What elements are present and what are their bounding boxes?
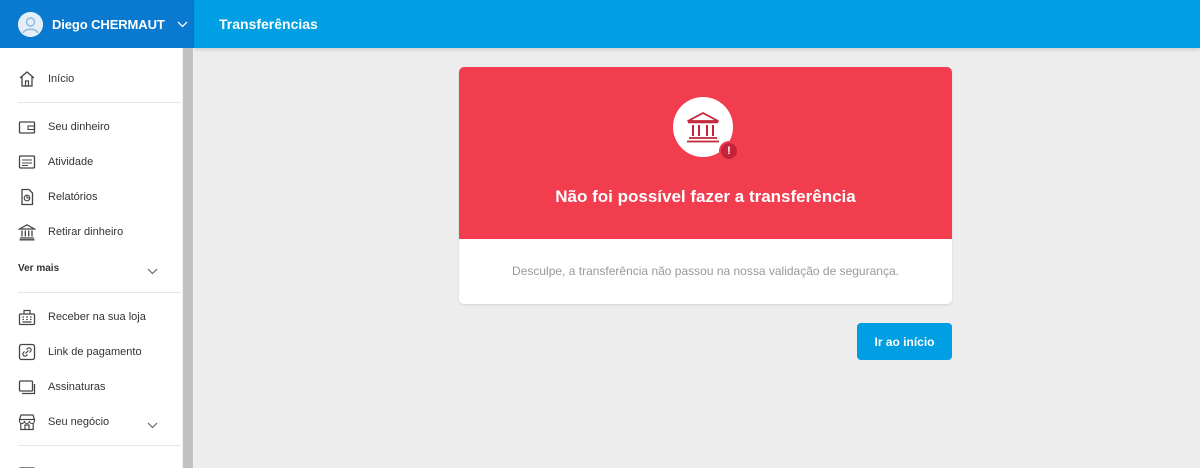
sidebar-item-retirar-dinheiro[interactable]: Retirar dinheiro xyxy=(0,217,182,247)
sidebar-item-seu-dinheiro[interactable]: Seu dinheiro xyxy=(0,112,182,142)
avatar-icon xyxy=(18,11,43,37)
sidebar-item-link-de-pagamento[interactable]: Link de pagamento xyxy=(0,337,182,367)
sidebar-item-label: Seu dinheiro xyxy=(48,121,110,133)
sidebar-item-relatorios[interactable]: Relatórios xyxy=(0,182,182,212)
page-title: Transferências xyxy=(219,16,318,32)
see-more-label: Ver mais xyxy=(18,262,60,274)
sidebar-item-label: Retirar dinheiro xyxy=(48,226,124,238)
sidebar-item-assinaturas[interactable]: Assinaturas xyxy=(0,372,182,402)
sidebar-item-label: Assinaturas xyxy=(48,381,106,393)
chevron-down-icon xyxy=(147,262,158,280)
chevron-down-icon xyxy=(147,416,158,434)
sidebar-divider xyxy=(18,445,181,446)
sidebar-item-label: Receber na sua loja xyxy=(48,311,146,323)
link-icon xyxy=(18,343,36,361)
wallet-icon xyxy=(18,118,36,136)
sidebar-item-label: Link de pagamento xyxy=(48,346,142,358)
sidebar-item-label: Relatórios xyxy=(48,191,98,203)
sidebar-item-atividade[interactable]: Atividade xyxy=(0,147,182,177)
report-document-icon xyxy=(18,188,36,206)
scrollbar-thumb[interactable] xyxy=(183,48,193,468)
go-home-button[interactable]: Ir ao início xyxy=(857,323,952,360)
error-title: Não foi possível fazer a transferência xyxy=(555,187,856,206)
bank-icon xyxy=(18,223,36,241)
sidebar-item-partial[interactable] xyxy=(0,455,182,468)
sidebar-scrollbar[interactable] xyxy=(182,48,194,468)
sidebar-item-inicio[interactable]: Início xyxy=(0,64,182,94)
sidebar-item-seu-negocio[interactable]: Seu negócio xyxy=(0,407,182,437)
alert-badge-icon: ! xyxy=(719,141,739,161)
sidebar-item-label: Seu negócio xyxy=(48,416,110,428)
store-icon xyxy=(18,413,36,431)
sidebar-item-receber-na-sua-loja[interactable]: Receber na sua loja xyxy=(0,302,182,332)
transfer-error-card: ! Não foi possível fazer a transferência… xyxy=(459,67,952,304)
sidebar-item-label: Início xyxy=(48,73,75,85)
sidebar-divider xyxy=(18,292,181,293)
error-card-header: ! Não foi possível fazer a transferência xyxy=(459,67,952,239)
chevron-down-icon xyxy=(177,21,188,28)
sidebar-item-label: Atividade xyxy=(48,156,94,168)
activity-list-icon xyxy=(18,153,36,171)
subscriptions-icon xyxy=(18,378,36,396)
top-bar: Transferências xyxy=(194,0,1200,48)
user-name: Diego CHERMAUT xyxy=(52,16,165,32)
sidebar-divider xyxy=(18,102,181,103)
error-message: Desculpe, a transferência não passou na … xyxy=(512,264,899,278)
cash-register-icon xyxy=(18,308,36,326)
home-icon xyxy=(18,70,36,88)
sidebar: Início Seu dinheiro Atividade Relatórios… xyxy=(0,48,182,468)
gift-icon xyxy=(18,462,36,468)
see-more-toggle[interactable]: Ver mais xyxy=(0,253,182,283)
user-menu[interactable]: Diego CHERMAUT xyxy=(0,0,194,48)
